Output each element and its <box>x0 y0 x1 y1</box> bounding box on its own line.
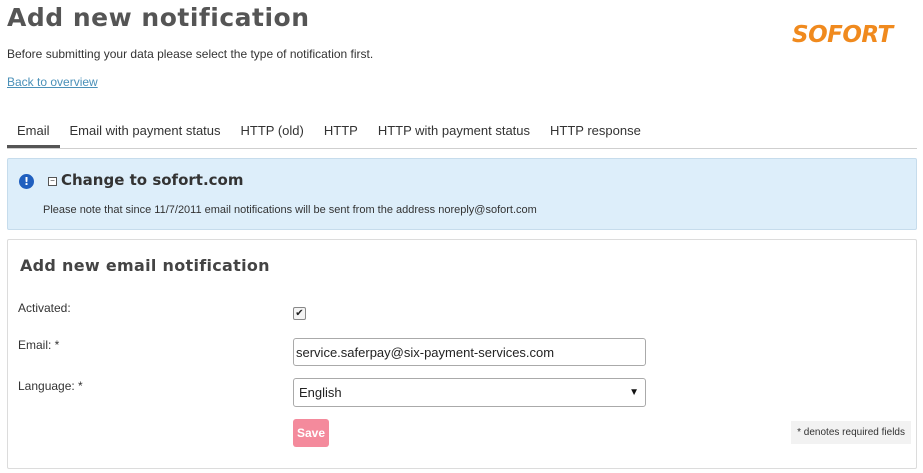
email-label: Email: * <box>18 338 60 352</box>
save-button[interactable]: Save <box>293 419 329 447</box>
required-fields-note: * denotes required fields <box>791 421 911 444</box>
page-title: Add new notification <box>7 3 310 32</box>
info-icon: ! <box>19 174 34 189</box>
tab-http-with-payment-status[interactable]: HTTP with payment status <box>368 116 540 147</box>
info-text: Please note that since 11/7/2011 email n… <box>43 204 537 216</box>
email-field[interactable] <box>293 338 646 366</box>
tab-http[interactable]: HTTP <box>314 116 368 147</box>
language-selected-value: English <box>299 385 342 400</box>
language-select[interactable]: English ▼ <box>293 378 646 407</box>
notification-type-tabs: Email Email with payment status HTTP (ol… <box>7 116 917 149</box>
dropdown-arrow-icon: ▼ <box>629 387 639 398</box>
intro-text: Before submitting your data please selec… <box>7 47 374 61</box>
email-notification-form: Add new email notification Activated: ✔ … <box>7 239 917 469</box>
activated-checkbox[interactable]: ✔ <box>293 307 306 320</box>
back-to-overview-link[interactable]: Back to overview <box>7 75 98 89</box>
activated-label: Activated: <box>18 301 71 315</box>
collapse-icon[interactable]: − <box>48 177 57 186</box>
form-title: Add new email notification <box>20 256 270 275</box>
tab-email-with-payment-status[interactable]: Email with payment status <box>60 116 231 147</box>
language-label: Language: * <box>18 379 83 393</box>
sofort-logo: SOFORT <box>792 22 893 48</box>
info-box: ! − Change to sofort.com Please note tha… <box>7 158 917 230</box>
tab-http-old[interactable]: HTTP (old) <box>231 116 314 147</box>
info-title: Change to sofort.com <box>61 171 244 189</box>
tab-email[interactable]: Email <box>7 116 60 148</box>
tab-http-response[interactable]: HTTP response <box>540 116 651 147</box>
